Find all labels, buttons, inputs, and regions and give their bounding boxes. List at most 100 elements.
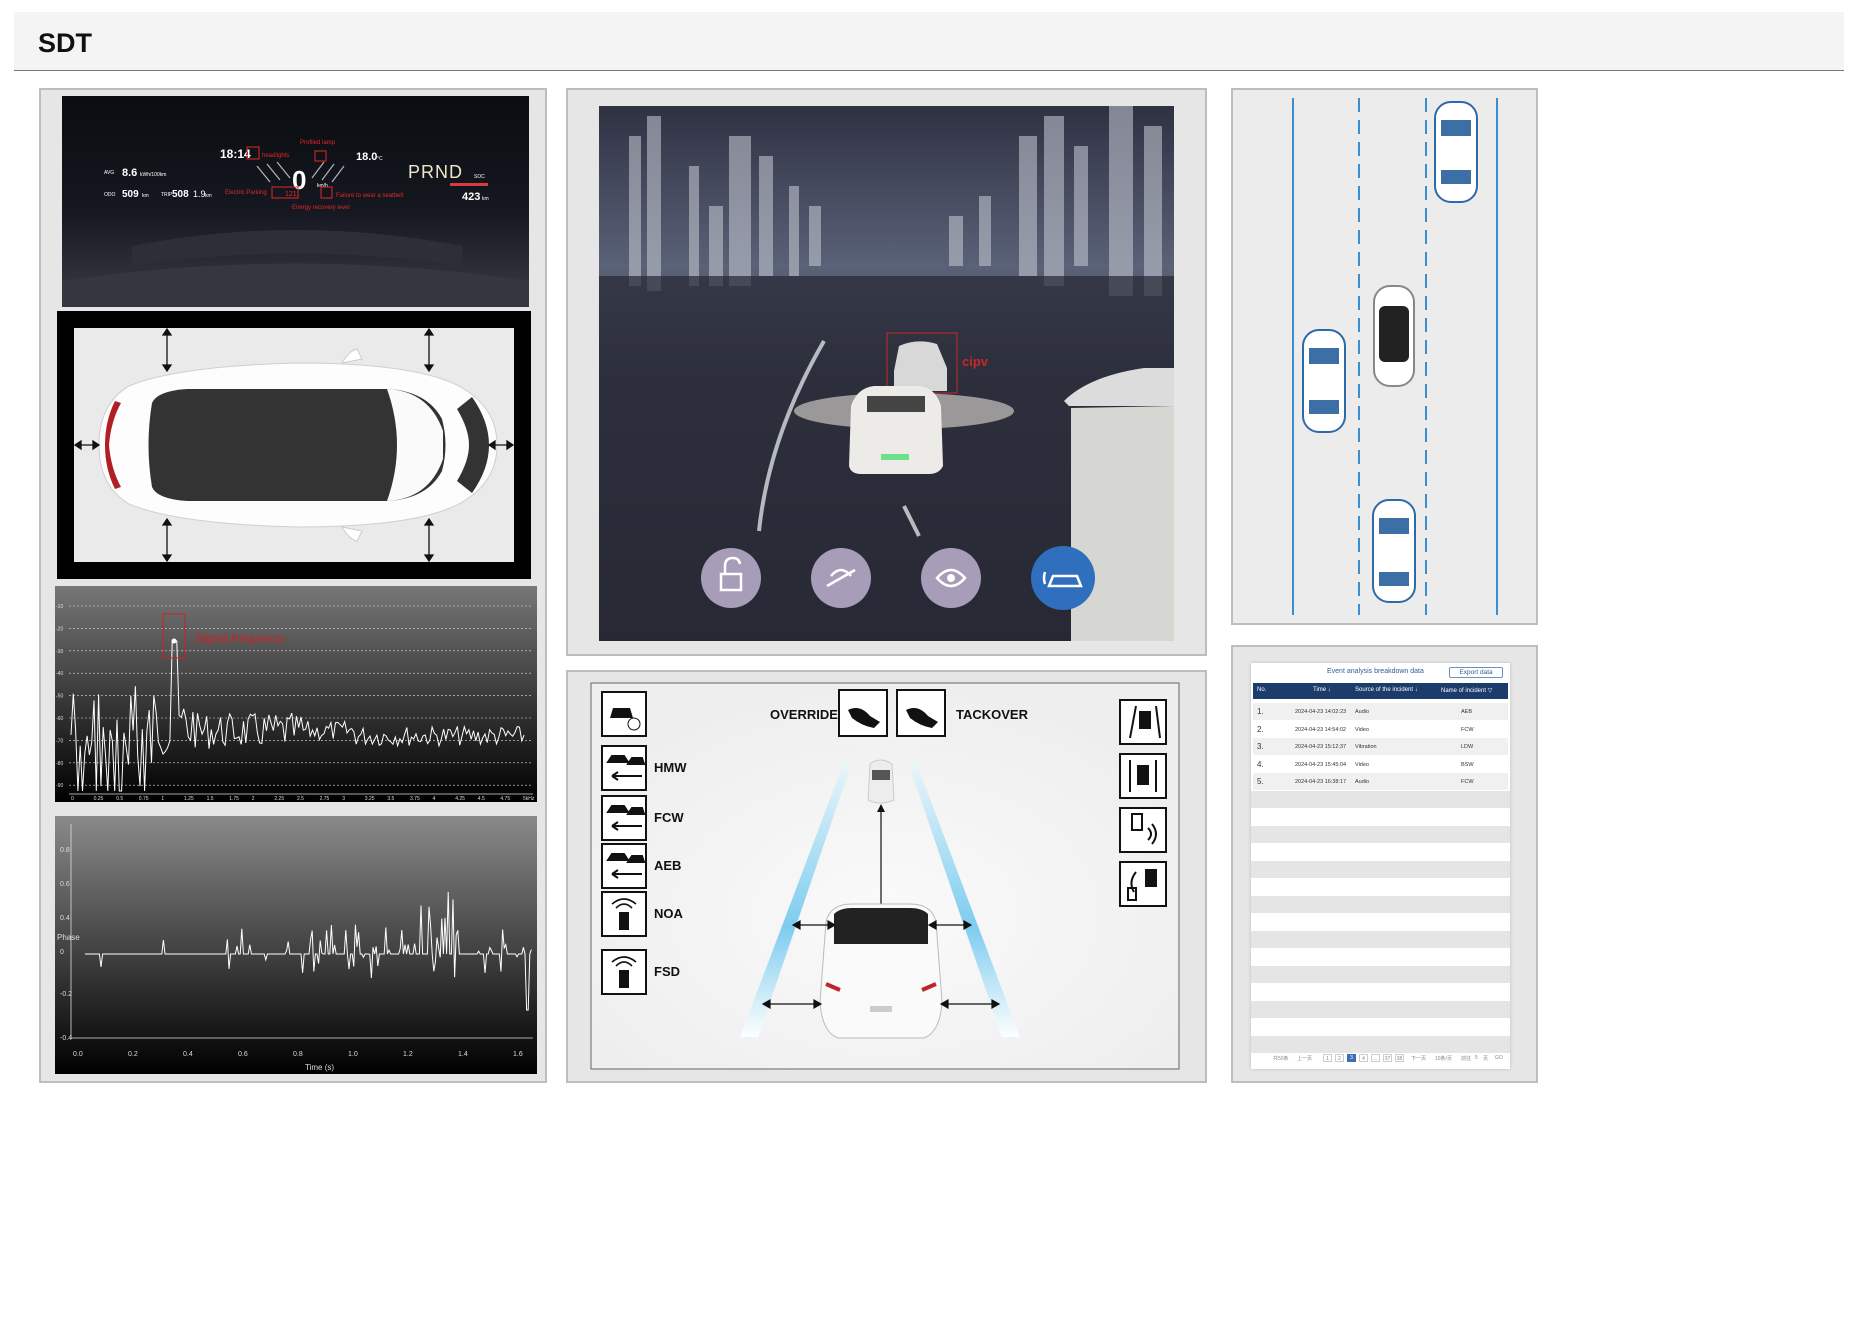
spectrum-y-tick: -20	[56, 626, 63, 632]
table-row[interactable]: 2. 2024-04-23 14:54:02 Video FCW	[1253, 720, 1508, 738]
spectrum-x-tick: 0.5	[116, 796, 123, 802]
traffic-car-bottom	[1372, 499, 1416, 603]
table-row[interactable]: 3. 2024-04-23 15:12:37 Vibration LDW	[1253, 738, 1508, 755]
pagination-total: 共50条	[1273, 1056, 1289, 1062]
spectrum-y-tick: -90	[56, 783, 63, 789]
spectrum-y-tick: -60	[56, 716, 63, 722]
spectrum-y-tick: -80	[56, 761, 63, 767]
cell-time: 2024-04-23 15:45:04	[1295, 761, 1347, 768]
ego-car-icon	[819, 903, 943, 1039]
page-button[interactable]: 4	[1359, 1054, 1368, 1062]
pagination-bar: 共50条 上一页 1 2 3 4... 37 38 下一页 10条/页 前往 5 页 GO	[1251, 1053, 1510, 1063]
avg-value: 8.6	[122, 167, 137, 179]
adas-diagram: HMW FCW AEB NOA FSD OVERRIDE TACKOVER	[590, 682, 1180, 1070]
feature-label: FSD	[654, 964, 680, 979]
spectrum-y-tick: -50	[56, 694, 63, 700]
table-row[interactable]: 4. 2024-04-23 15:45:04 Video BSW	[1253, 755, 1508, 773]
page-button[interactable]: 37	[1383, 1054, 1392, 1062]
page-button[interactable]: 38	[1395, 1054, 1404, 1062]
driver-monitor-icon	[601, 691, 647, 737]
spectrum-x-tick: 4.25	[455, 796, 465, 802]
avg-unit: kWh/100km	[140, 172, 166, 178]
events-panel: Event analysis breakdown data Export dat…	[1231, 645, 1538, 1083]
temperature-unit: °C	[377, 156, 383, 162]
table-row-empty	[1251, 913, 1510, 931]
odo-value: 509	[122, 189, 139, 200]
phase-x-tick: 1.0	[348, 1051, 358, 1058]
cell-time: 2024-04-23 16:38:17	[1295, 779, 1347, 785]
traffic-car-top-right	[1434, 101, 1478, 203]
column-time[interactable]: Time ↓	[1313, 687, 1331, 693]
unlock-button[interactable]	[701, 548, 761, 608]
vehicle-top-view	[57, 311, 531, 579]
spectrum-x-tick: 0	[71, 796, 74, 802]
goto-page-unit: 页	[1483, 1056, 1489, 1062]
spectrum-x-tick: 0.25	[94, 796, 104, 802]
table-row-empty	[1251, 930, 1510, 948]
cell-name: FCW	[1461, 779, 1474, 785]
page-button[interactable]: 2	[1335, 1054, 1344, 1062]
spectrum-x-tick: 2	[252, 796, 255, 802]
feature-aeb-icon	[601, 843, 647, 889]
per-page-select[interactable]: 10条/页	[1435, 1055, 1452, 1062]
trip-unit: km	[205, 193, 212, 199]
signal-frequency-label: Signal frequency	[195, 631, 284, 645]
spectrum-x-tick: 3.5	[387, 796, 394, 802]
speed-unit: km/h	[317, 183, 328, 189]
spectrum-x-tick: 0.75	[139, 796, 149, 802]
pagination-next-button[interactable]: 下一页	[1411, 1055, 1426, 1062]
phase-x-tick: 0.8	[293, 1051, 303, 1058]
cell-no: 1.	[1257, 707, 1264, 716]
spectrum-x-tick: 3	[342, 796, 345, 802]
radar-button[interactable]	[1031, 546, 1095, 610]
range-unit: km	[482, 196, 489, 202]
temperature-value: 18.0	[356, 151, 377, 163]
page-button[interactable]: 3	[1347, 1054, 1356, 1062]
camera-360-button[interactable]	[921, 548, 981, 608]
spectrum-x-tick: 1.75	[229, 796, 239, 802]
cell-name: AEB	[1461, 709, 1473, 715]
cell-time: 2024-04-23 15:12:37	[1295, 744, 1347, 750]
table-row-empty	[1251, 860, 1510, 878]
pagination-prev-button[interactable]: 上一页	[1297, 1055, 1312, 1062]
goto-page-input[interactable]: 5	[1475, 1055, 1478, 1061]
go-button[interactable]: GO	[1495, 1055, 1503, 1061]
column-name[interactable]: Name of incident ▽	[1441, 687, 1492, 694]
override-icon	[838, 689, 888, 737]
odo-label: ODO	[104, 192, 116, 198]
table-row-empty	[1251, 948, 1510, 966]
trip-value: 508	[172, 189, 189, 200]
cell-no: 4.	[1257, 759, 1264, 769]
export-data-button[interactable]: Export data	[1449, 667, 1503, 678]
spectrum-x-tick: 3.75	[410, 796, 420, 802]
page-button[interactable]: ...	[1371, 1054, 1380, 1062]
table-row-empty	[1251, 808, 1510, 826]
cell-name: FCW	[1461, 726, 1474, 733]
events-table-header: No. Time ↓ Source of the incident ↓ Name…	[1253, 683, 1508, 699]
cell-source: Vibration	[1355, 744, 1377, 750]
page-button[interactable]: 1	[1323, 1054, 1332, 1062]
spectrum-y-tick: -30	[56, 649, 63, 655]
spectrum-x-tick: 5kHz	[523, 796, 535, 802]
spectrum-y-tick: -10	[56, 604, 63, 610]
spectrum-x-tick: 3.25	[365, 796, 375, 802]
spectrum-x-tick: 2.75	[320, 796, 330, 802]
spectrum-x-tick: 2.25	[274, 796, 284, 802]
phase-x-tick: 1.6	[513, 1051, 523, 1058]
lane-departure-icon	[1119, 699, 1167, 745]
events-title: Event analysis breakdown data	[1327, 668, 1424, 675]
phase-x-tick: 1.4	[458, 1051, 468, 1058]
feature-hmw-icon	[601, 745, 647, 791]
table-row[interactable]: 1. 2024-04-23 14:02:23 Audio AEB	[1253, 703, 1508, 720]
table-row[interactable]: 5. 2024-04-23 16:38:17 Audio FCW	[1253, 773, 1508, 790]
wiper-button[interactable]	[811, 548, 871, 608]
phase-y-tick: -0.2	[60, 991, 72, 998]
phase-y-tick: 0.6	[60, 881, 70, 888]
instrument-cluster-view: 18:14 headlights Profiled lamp 18.0 °C A…	[62, 96, 529, 307]
cell-source: Video	[1355, 726, 1369, 733]
events-card: Event analysis breakdown data Export dat…	[1251, 663, 1510, 1069]
column-no[interactable]: No.	[1257, 687, 1266, 693]
phase-x-tick: 0.4	[183, 1051, 193, 1058]
column-source[interactable]: Source of the incident ↓	[1355, 687, 1418, 693]
parking-label: Electric Parking	[225, 190, 267, 196]
